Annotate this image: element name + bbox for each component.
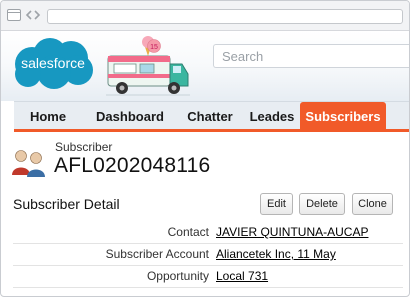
field-row-subscriber-account: Subscriber Account Aliancetek Inc, 11 Ma… [13,242,403,266]
search-input[interactable]: Search [213,44,409,68]
tab-leades[interactable]: Leades [242,102,302,130]
field-label: Contact [167,225,209,239]
salesforce-logo-text: salesforce [21,55,85,71]
tab-home[interactable]: Home [14,102,82,130]
browser-back-forward-icon[interactable] [25,8,41,22]
url-bar[interactable] [47,9,403,24]
section-title: Subscriber Detail [13,196,120,212]
salesforce-cloud-logo[interactable]: salesforce [10,36,96,90]
tab-bar: Home Dashboard Chatter Leades Subscriber… [14,101,409,132]
opportunity-link[interactable]: Local 731 [216,269,268,283]
delete-button[interactable]: Delete [299,193,345,215]
tab-subscribers[interactable]: Subscribers [300,102,386,130]
field-label: Subscriber Account [105,247,209,261]
tab-chatter[interactable]: Chatter [178,102,242,130]
field-row-opportunity: Opportunity Local 731 [13,264,403,288]
browser-toolbar [1,1,409,31]
subscriber-account-link[interactable]: Aliancetek Inc, 11 May [216,247,336,261]
object-type-label: Subscriber [55,140,113,154]
record-name: AFL0202048116 [54,154,211,177]
tab-dashboard[interactable]: Dashboard [82,102,178,130]
subscribers-people-icon [12,150,45,177]
edit-button[interactable]: Edit [260,193,293,215]
ice-cream-truck-illustration: 15 [106,36,190,96]
field-label: Opportunity [146,269,209,283]
field-row-contact: Contact JAVIER QUINTUNA-AUCAP [13,220,403,244]
browser-window-icon [7,9,21,21]
mascot-badge: 15 [150,44,158,51]
browser-window: salesforce 15 Search Home Dashboard Chat… [0,0,410,297]
clone-button[interactable]: Clone [352,193,393,215]
contact-link[interactable]: JAVIER QUINTUNA-AUCAP [216,225,368,239]
